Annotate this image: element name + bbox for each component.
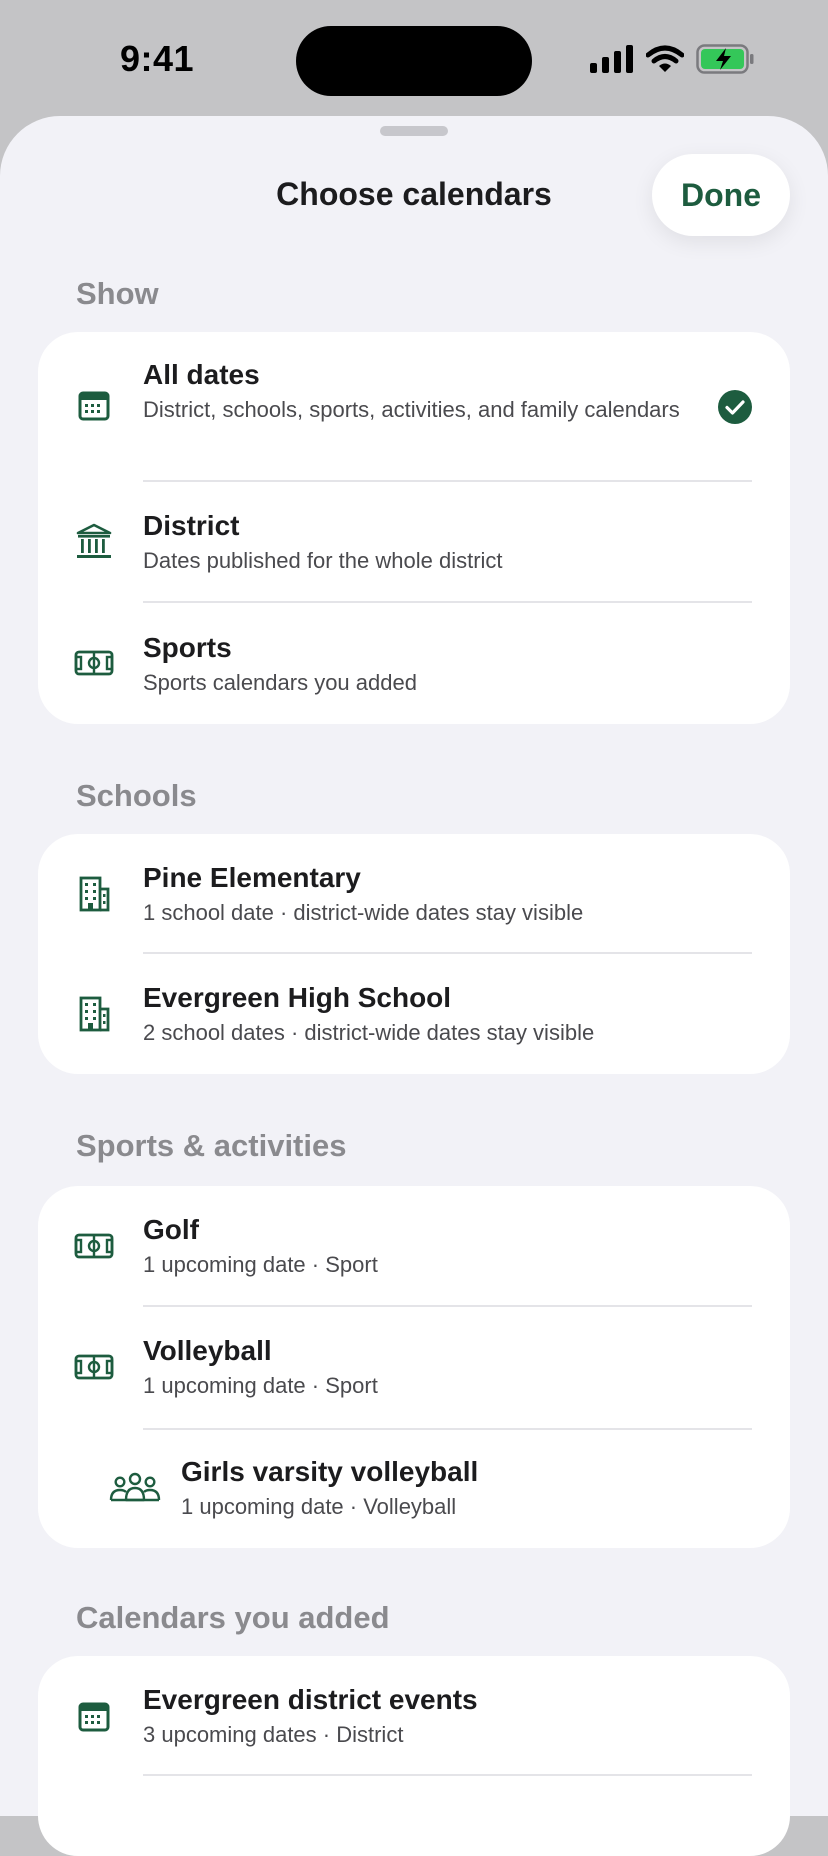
building-icon xyxy=(72,872,116,916)
row-all-dates[interactable]: All dates District, schools, sports, act… xyxy=(38,332,790,482)
row-subtitle: Dates published for the whole district xyxy=(143,548,503,573)
section-header-calendars-added: Calendars you added xyxy=(76,1600,390,1635)
sheet-grabber[interactable] xyxy=(380,126,448,136)
row-title: Sports xyxy=(143,632,232,663)
row-subtitle: 1 school date · district-wide dates stay… xyxy=(143,900,584,925)
row-title: District xyxy=(143,510,240,541)
status-time: 9:41 xyxy=(120,38,195,79)
checkmark-icon xyxy=(718,390,752,424)
status-icons xyxy=(590,44,754,74)
row-evergreen-district-events[interactable]: Evergreen district events 3 upcoming dat… xyxy=(38,1656,790,1776)
row-title: Pine Elementary xyxy=(143,862,361,893)
row-evergreen-high-school[interactable]: Evergreen High School 2 school dates · d… xyxy=(38,954,790,1074)
row-district[interactable]: District Dates published for the whole d… xyxy=(38,482,790,603)
row-title: Evergreen district events xyxy=(143,1684,478,1715)
row-title: Golf xyxy=(143,1214,199,1245)
row-subtitle: 3 upcoming dates · District xyxy=(143,1722,404,1747)
group-icon xyxy=(108,1466,162,1510)
row-golf[interactable]: Golf 1 upcoming date · Sport xyxy=(38,1186,790,1307)
calendar-icon xyxy=(72,1694,116,1738)
calendar-icon xyxy=(72,383,116,427)
sports-activities-card: Golf 1 upcoming date · Sport Volleyball … xyxy=(38,1186,790,1548)
row-title: Evergreen High School xyxy=(143,982,452,1013)
choose-calendars-sheet: Choose calendars Done Show All dates Dis… xyxy=(0,116,828,1856)
row-sports[interactable]: Sports Sports calendars you added xyxy=(38,603,790,724)
row-subtitle: 1 upcoming date · Volleyball xyxy=(181,1494,457,1519)
row-subtitle: District, schools, sports, activities, a… xyxy=(143,397,680,422)
schools-card: Pine Elementary 1 school date · district… xyxy=(38,834,790,1074)
row-girls-varsity-volleyball[interactable]: Girls varsity volleyball 1 upcoming date… xyxy=(109,1428,752,1548)
field-icon xyxy=(72,1224,116,1268)
added-card: Evergreen district events 3 upcoming dat… xyxy=(38,1656,790,1856)
cellular-signal-icon xyxy=(590,45,633,73)
row-divider xyxy=(143,1774,752,1776)
row-subtitle: 1 upcoming date · Sport xyxy=(143,1252,378,1277)
section-header-sports-activities: Sports & activities xyxy=(76,1128,347,1163)
building-icon xyxy=(72,992,116,1036)
wifi-icon xyxy=(646,45,684,72)
section-header-show: Show xyxy=(76,276,159,311)
row-subtitle: Sports calendars you added xyxy=(143,670,417,695)
bank-icon xyxy=(72,520,116,564)
row-subtitle: 1 upcoming date · Sport xyxy=(143,1373,378,1398)
field-icon xyxy=(72,1345,116,1389)
row-title: Girls varsity volleyball xyxy=(181,1456,479,1487)
battery-charging-icon xyxy=(696,44,754,74)
row-title: Volleyball xyxy=(143,1335,272,1366)
status-bar: 9:41 xyxy=(0,0,828,118)
done-button[interactable]: Done xyxy=(652,154,790,236)
row-subtitle: 2 school dates · district-wide dates sta… xyxy=(143,1020,595,1045)
row-pine-elementary[interactable]: Pine Elementary 1 school date · district… xyxy=(38,834,790,954)
field-icon xyxy=(72,641,116,685)
dynamic-island xyxy=(296,26,532,96)
row-volleyball[interactable]: Volleyball 1 upcoming date · Sport xyxy=(38,1307,790,1428)
row-title: All dates xyxy=(143,359,260,390)
section-header-schools: Schools xyxy=(76,778,197,813)
show-card: All dates District, schools, sports, act… xyxy=(38,332,790,724)
